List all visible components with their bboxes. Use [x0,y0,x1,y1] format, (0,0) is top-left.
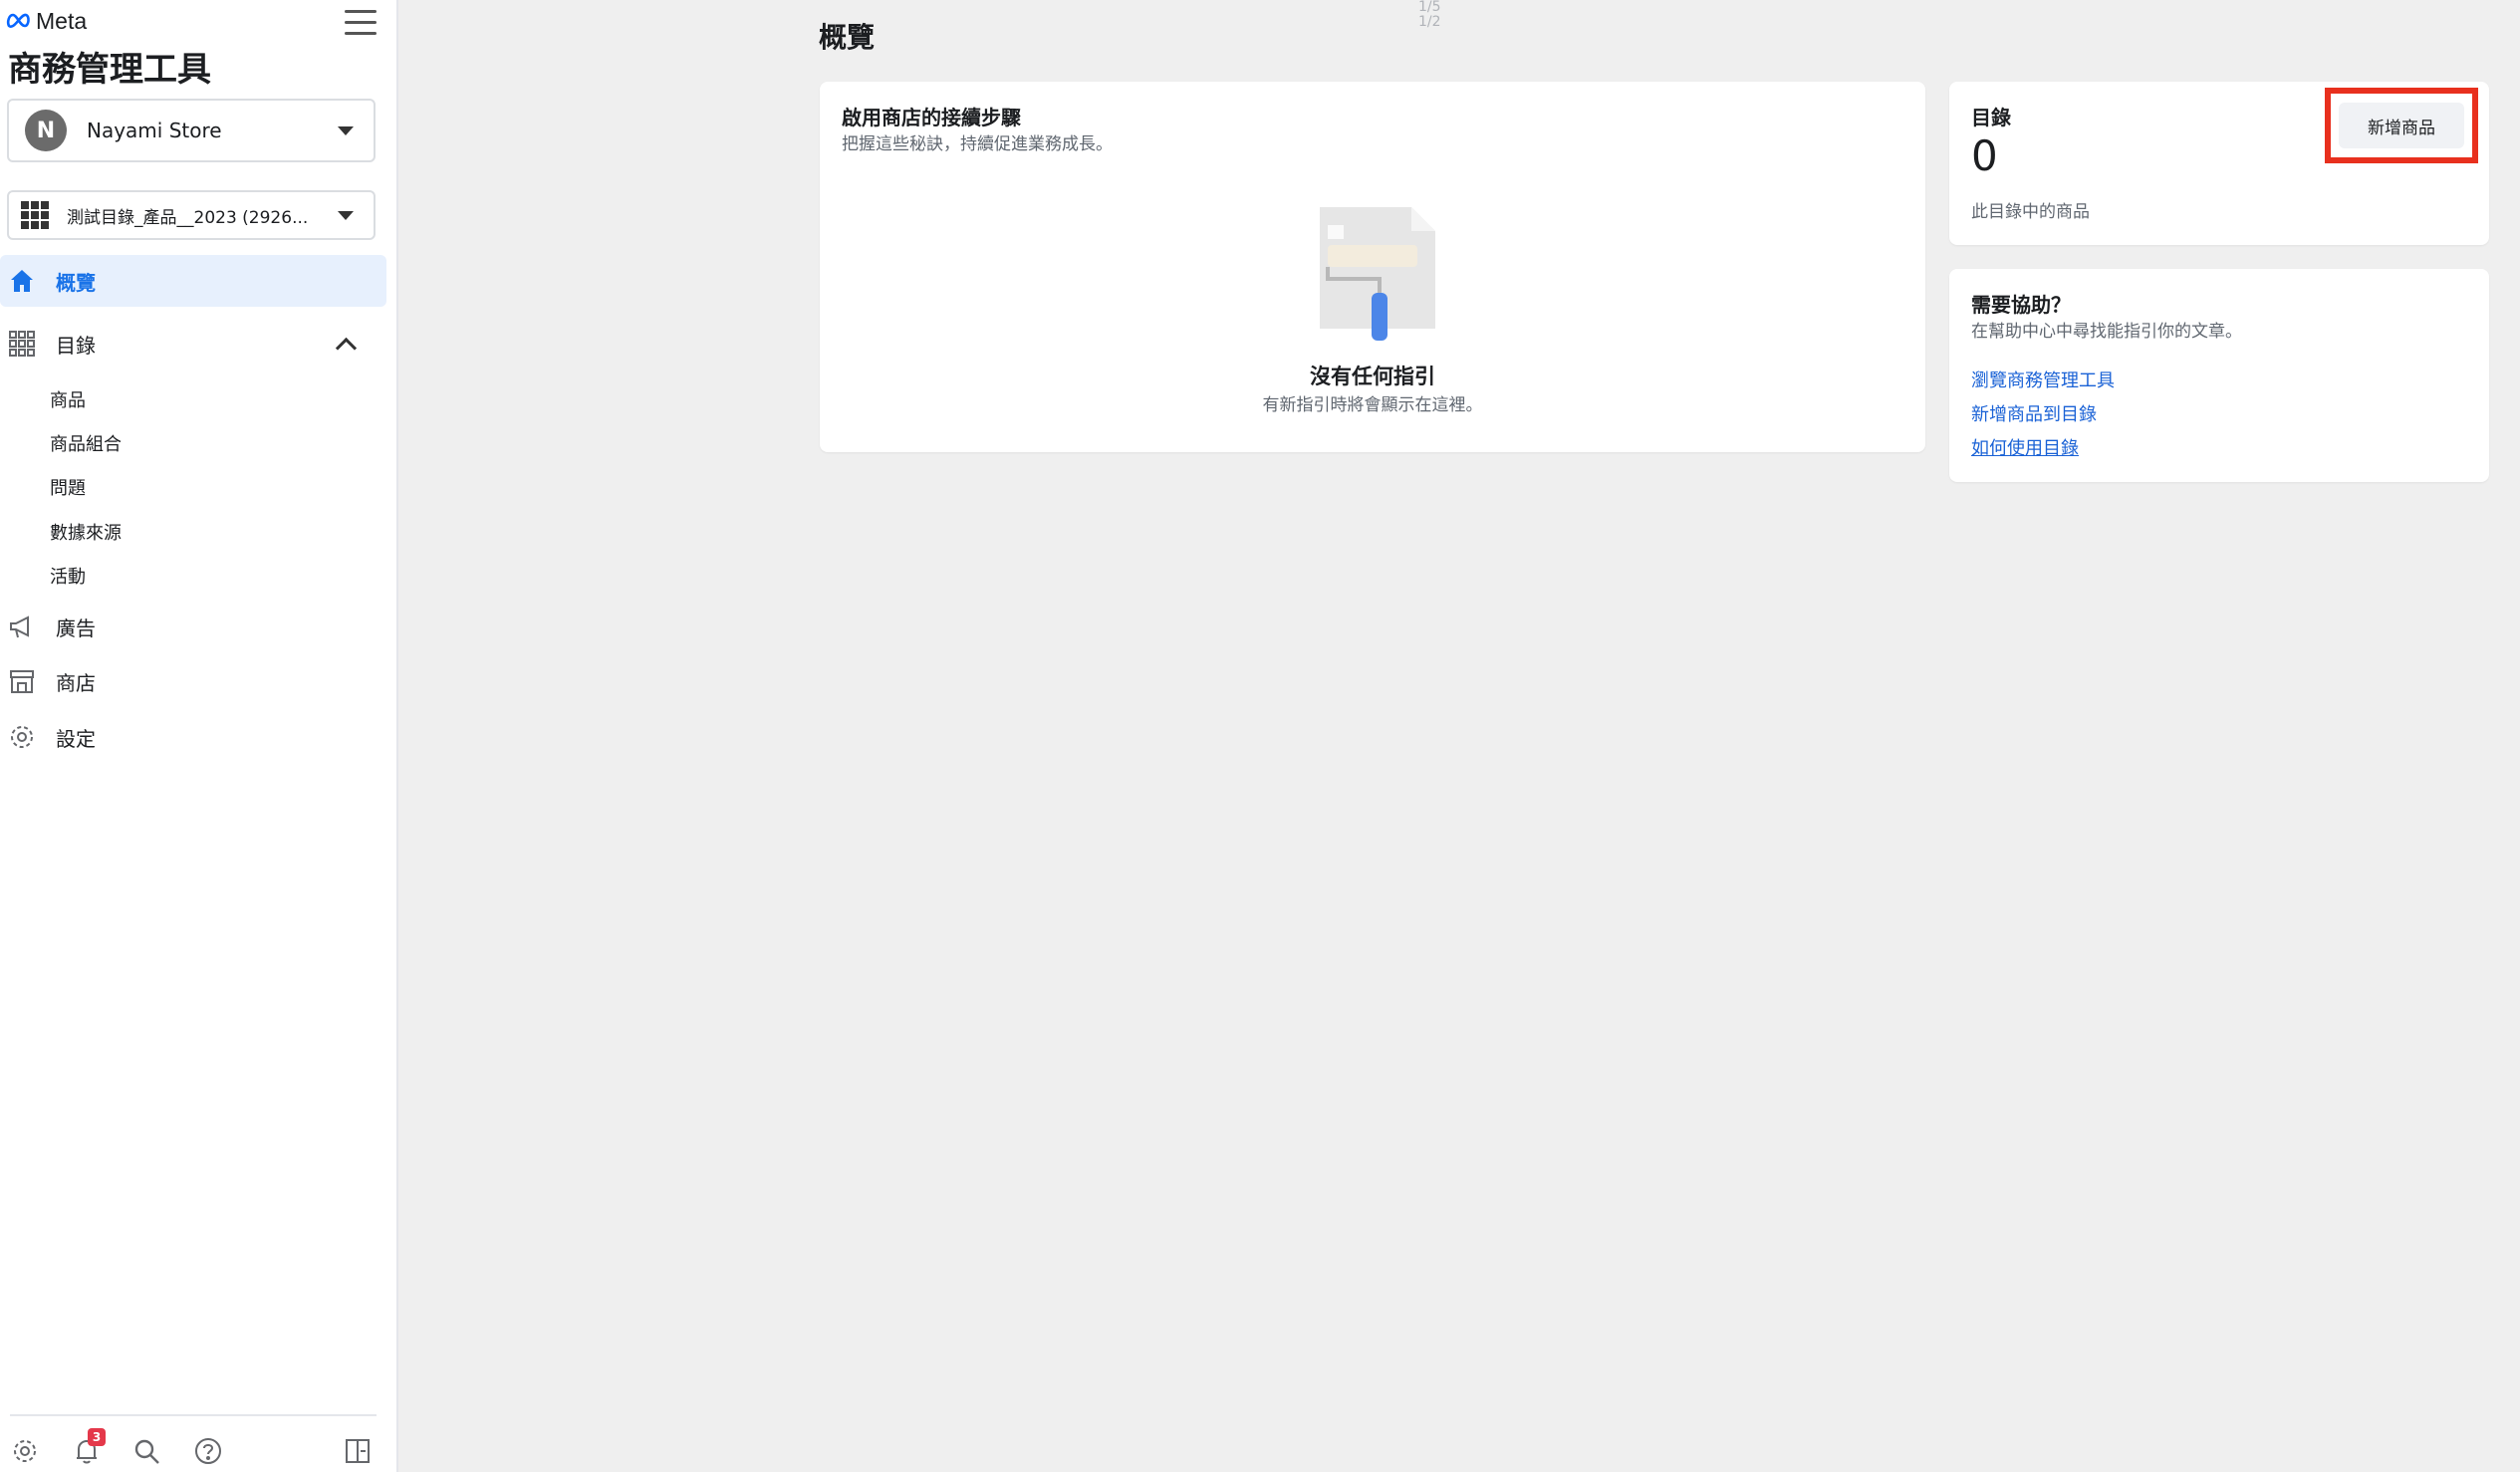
sidebar-item-label: 商店 [56,670,96,695]
store-selector[interactable]: N Nayami Store [7,99,376,162]
card-subtitle: 把握這些秘訣，持續促進業務成長。 [842,134,1113,154]
help-link-add-products[interactable]: 新增商品到目錄 [1971,400,2097,426]
megaphone-icon [8,613,36,640]
catalog-name: 測試目錄_產品__2023 (2926... [67,207,309,228]
sidebar-item-label: 目錄 [56,333,96,358]
empty-state-subtitle: 有新指引時將會顯示在這裡。 [1262,395,1483,415]
add-product-button[interactable]: 新增商品 [2339,103,2464,148]
sidebar: Meta 商務管理工具 N Nayami Store 測試目錄_產品__2023… [0,0,398,1472]
next-steps-card: 啟用商店的接續步驟 把握這些秘訣，持續促進業務成長。 沒有任何指引 有新指引時將… [820,82,1925,452]
catalog-grid-icon [8,330,36,358]
sidebar-subitem-issues[interactable]: 問題 [50,474,86,500]
search-icon[interactable] [129,1434,163,1468]
storefront-icon [8,667,36,695]
sidebar-item-overview[interactable]: 概覽 [0,255,386,307]
grid-icon [21,201,49,229]
notification-badge: 3 [88,1428,106,1446]
help-card: 需要協助？ 在幫助中心中尋找能指引你的文章。 瀏覽商務管理工具 新增商品到目錄 … [1949,269,2489,482]
empty-state-title: 沒有任何指引 [1310,365,1435,388]
meta-wordmark: Meta [36,7,88,34]
help-link-browse-commerce-manager[interactable]: 瀏覽商務管理工具 [1971,367,2115,392]
home-icon [8,267,36,295]
sidebar-subitem-products[interactable]: 商品 [50,386,86,412]
card-title: 啟用商店的接續步驟 [842,106,1021,129]
menu-icon[interactable] [345,10,377,36]
gear-icon [8,723,36,751]
pager-indicator: 1/5 1/2 [1418,0,1441,30]
card-subtitle: 在幫助中心中尋找能指引你的文章。 [1971,322,2242,342]
app-title: 商務管理工具 [8,50,211,90]
help-icon[interactable] [191,1434,225,1468]
pager-line: 1/5 [1418,0,1441,15]
highlight-box: 新增商品 [2325,88,2478,163]
pager-line: 1/2 [1418,14,1441,30]
sidebar-item-ads[interactable]: 廣告 [0,604,386,649]
sidebar-footer-divider [10,1414,377,1416]
caret-down-icon [338,210,354,220]
sidebar-item-label: 廣告 [56,615,96,640]
sidebar-item-label: 設定 [56,726,96,751]
page-title: 概覽 [819,21,876,54]
paint-roller-illustration-icon [1308,203,1447,343]
meta-brand: Meta [6,6,87,36]
sidebar-item-shop[interactable]: 商店 [0,658,386,704]
sidebar-item-label: 概覽 [56,270,96,295]
product-count: 0 [1971,131,1998,180]
sidebar-subitem-events[interactable]: 活動 [50,563,86,589]
meta-logo-icon [6,13,32,29]
sidebar-item-settings[interactable]: 設定 [0,714,386,760]
sidebar-item-catalog[interactable]: 目錄 [0,319,386,368]
caret-down-icon [338,125,354,135]
avatar: N [25,110,67,151]
product-count-caption: 此目錄中的商品 [1971,202,2090,222]
sidebar-panel-toggle-icon[interactable] [341,1434,375,1468]
card-title: 需要協助？ [1971,293,2071,317]
help-link-how-to-use-catalog[interactable]: 如何使用目錄 [1971,434,2079,460]
settings-gear-icon[interactable] [8,1434,42,1468]
notifications-bell-icon[interactable]: 3 [70,1428,106,1468]
catalog-selector[interactable]: 測試目錄_產品__2023 (2926... [7,190,376,240]
sidebar-subitem-data-sources[interactable]: 數據來源 [50,519,122,545]
card-title: 目錄 [1971,106,2011,129]
sidebar-subitem-product-sets[interactable]: 商品組合 [50,430,122,456]
store-name: Nayami Store [87,119,222,142]
